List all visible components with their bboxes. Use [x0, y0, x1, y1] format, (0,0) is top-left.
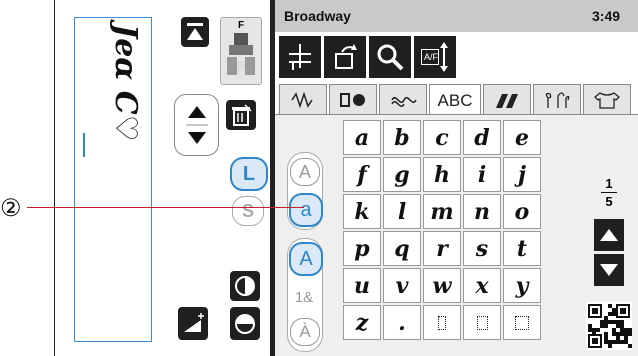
key-r[interactable]: r	[423, 231, 461, 266]
scroll-stepper[interactable]	[174, 94, 219, 156]
spacing-arrows-icon	[440, 42, 448, 72]
key-g[interactable]: g	[383, 157, 421, 192]
key-m[interactable]: m	[423, 194, 461, 229]
page-total: 5	[605, 194, 613, 209]
density-button[interactable]	[178, 307, 208, 340]
plant-icon	[545, 92, 570, 108]
key-b[interactable]: b	[383, 120, 421, 155]
callout-number: ②	[0, 195, 22, 222]
qr-code-icon	[588, 304, 632, 348]
needle-icon	[289, 44, 311, 70]
key-l[interactable]: l	[383, 194, 421, 229]
presser-foot-icon	[227, 33, 255, 75]
tab-decorative[interactable]	[379, 84, 427, 115]
presser-foot-letter: F	[237, 20, 245, 31]
arrow-down-icon	[600, 264, 618, 276]
magnify-icon	[377, 44, 404, 71]
key-s[interactable]: s	[463, 231, 501, 266]
buttonhole-icon	[340, 93, 365, 107]
page-fraction-line	[601, 192, 617, 193]
needle-button[interactable]	[279, 36, 321, 78]
flip-vertical-button[interactable]	[230, 307, 260, 340]
key-o[interactable]: o	[503, 194, 541, 229]
shirt-icon	[594, 92, 620, 109]
decorative-icon	[391, 97, 417, 107]
key-d[interactable]: d	[463, 120, 501, 155]
trash-icon	[232, 104, 252, 126]
tab-nature[interactable]	[533, 84, 581, 115]
go-to-top-button[interactable]	[181, 17, 209, 47]
key-z[interactable]: z	[343, 305, 381, 340]
tab-clothing[interactable]	[583, 84, 631, 115]
tab-buttonholes[interactable]	[329, 84, 377, 115]
spacing-button[interactable]: A/F	[414, 36, 456, 78]
satin-icon	[496, 94, 518, 108]
space-key-4[interactable]	[503, 305, 541, 340]
tab-alphabet[interactable]: ABC	[429, 84, 481, 116]
preview-text: Jeɑ C♡	[108, 24, 143, 142]
small-size-button[interactable]: S	[232, 196, 264, 226]
key-p[interactable]: p	[343, 231, 381, 266]
key-t[interactable]: t	[503, 231, 541, 266]
key-period[interactable]: .	[383, 305, 421, 340]
page-current: 1	[605, 176, 613, 191]
rotate-button[interactable]	[324, 36, 366, 78]
qr-code-button[interactable]	[586, 302, 632, 350]
page-up-button[interactable]	[594, 219, 624, 251]
letters-button[interactable]: A	[289, 242, 323, 276]
uppercase-button[interactable]: A	[290, 158, 320, 186]
accented-letters-button[interactable]: À	[290, 318, 320, 346]
spacing-label: A/F	[421, 49, 439, 65]
mirror-image-button[interactable]	[230, 271, 260, 301]
density-icon	[184, 312, 204, 332]
numbers-symbols-button[interactable]: 1&	[290, 284, 318, 310]
page-down-button[interactable]	[594, 254, 624, 286]
key-a[interactable]: a	[343, 120, 381, 155]
key-n[interactable]: n	[463, 194, 501, 229]
callout-line	[27, 207, 304, 208]
key-y[interactable]: y	[503, 268, 541, 303]
rotate-icon	[335, 44, 357, 69]
space-icon	[476, 315, 488, 330]
delete-letter-button[interactable]	[226, 100, 256, 130]
arrow-up-icon	[600, 229, 618, 241]
frame-divider-left	[54, 0, 55, 356]
text-preview-panel: Jeɑ C♡	[74, 17, 152, 342]
flip-vertical-icon	[235, 313, 255, 334]
go-to-top-icon	[187, 23, 203, 40]
key-e[interactable]: e	[503, 120, 541, 155]
presser-foot-indicator: F	[220, 17, 262, 85]
magnify-button[interactable]	[369, 36, 411, 78]
lowercase-button[interactable]: a	[289, 193, 323, 227]
key-j[interactable]: j	[503, 157, 541, 192]
key-u[interactable]: u	[343, 268, 381, 303]
key-w[interactable]: w	[423, 268, 461, 303]
text-cursor	[83, 133, 85, 157]
key-k[interactable]: k	[343, 194, 381, 229]
key-x[interactable]: x	[463, 268, 501, 303]
key-i[interactable]: i	[463, 157, 501, 192]
page-title: Broadway	[284, 8, 351, 24]
stitch-icon	[291, 91, 313, 109]
tab-satin[interactable]	[483, 84, 531, 115]
space-key-3[interactable]	[463, 305, 501, 340]
tab-utility-stitches[interactable]	[279, 84, 327, 115]
key-f[interactable]: f	[343, 157, 381, 192]
space-key-2[interactable]	[423, 305, 461, 340]
key-c[interactable]: c	[423, 120, 461, 155]
up-down-arrows-icon	[185, 106, 208, 144]
mirror-icon	[235, 276, 255, 296]
key-h[interactable]: h	[423, 157, 461, 192]
key-v[interactable]: v	[383, 268, 421, 303]
key-q[interactable]: q	[383, 231, 421, 266]
large-size-button[interactable]: L	[230, 157, 268, 191]
space-icon	[515, 315, 529, 330]
clock: 3:49	[592, 8, 621, 24]
space-icon	[438, 315, 446, 330]
